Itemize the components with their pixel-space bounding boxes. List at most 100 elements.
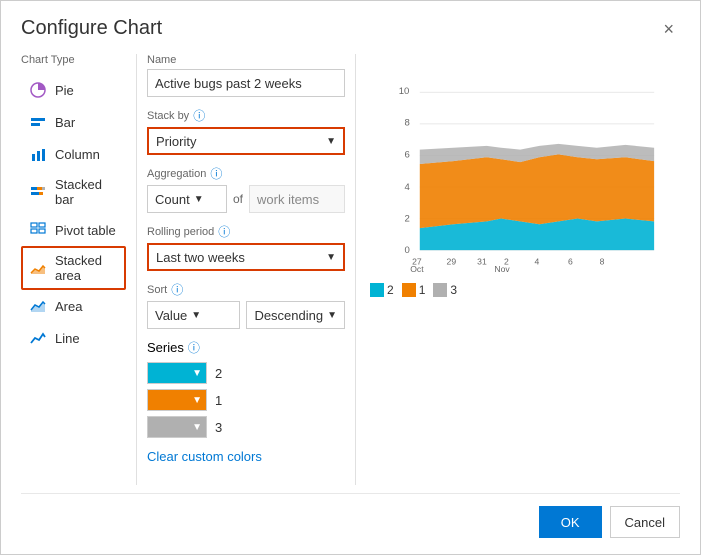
close-button[interactable]: × <box>657 18 680 40</box>
svg-text:10: 10 <box>399 86 410 97</box>
series-color-swatch-1[interactable]: ▼ <box>147 362 207 384</box>
series-swatch-1-chevron-icon: ▼ <box>192 368 202 379</box>
sidebar-item-stacked-bar-label: Stacked bar <box>55 177 118 207</box>
rolling-period-label: Rolling period ⓘ <box>147 223 345 240</box>
sort-row: Value ▼ Descending ▼ <box>147 301 345 329</box>
svg-text:6: 6 <box>568 256 573 266</box>
svg-text:Oct: Oct <box>410 264 424 274</box>
series-item-1: ▼ 2 <box>147 362 345 384</box>
sidebar-item-pie[interactable]: Pie <box>21 74 126 106</box>
bar-icon <box>29 113 47 131</box>
chart-type-label: Chart Type <box>21 54 126 66</box>
legend-swatch-2 <box>370 283 384 297</box>
area-icon <box>29 297 47 315</box>
sidebar-item-area[interactable]: Area <box>21 290 126 322</box>
svg-text:4: 4 <box>404 182 410 193</box>
dialog-header: Configure Chart × <box>21 17 680 40</box>
sidebar-item-stacked-area[interactable]: Stacked area <box>21 246 126 290</box>
svg-text:6: 6 <box>404 149 409 160</box>
aggregation-select[interactable]: Count ▼ <box>147 185 227 213</box>
dialog-footer: OK Cancel <box>21 493 680 538</box>
aggregation-value: Count <box>155 192 190 207</box>
stack-by-select[interactable]: Priority ▼ <box>147 127 345 155</box>
sort-value-select[interactable]: Value ▼ <box>147 301 240 329</box>
clear-custom-colors-link[interactable]: Clear custom colors <box>147 449 262 464</box>
stack-by-info-icon[interactable]: ⓘ <box>193 107 205 124</box>
legend-swatch-3 <box>433 283 447 297</box>
rolling-period-info-icon[interactable]: ⓘ <box>218 223 230 240</box>
svg-text:Nov: Nov <box>494 264 510 274</box>
chart-area: 0 2 4 6 8 10 <box>370 54 680 485</box>
stacked-bar-icon <box>29 183 47 201</box>
column-icon <box>29 145 47 163</box>
series-swatch-2-chevron-icon: ▼ <box>192 395 202 406</box>
legend-item-1: 1 <box>402 283 426 297</box>
aggregation-chevron-icon: ▼ <box>194 194 204 205</box>
sort-value-chevron-icon: ▼ <box>191 310 201 321</box>
sidebar-item-area-label: Area <box>55 299 82 314</box>
sidebar-item-pie-label: Pie <box>55 83 74 98</box>
sort-value: Value <box>155 308 187 323</box>
sidebar-item-line[interactable]: Line <box>21 322 126 354</box>
dialog-body: Chart Type Pie <box>21 54 680 485</box>
series-item-3: ▼ 3 <box>147 416 345 438</box>
legend-label-3: 3 <box>450 283 457 297</box>
series-label: Series <box>147 340 184 355</box>
svg-text:2: 2 <box>404 213 409 224</box>
series-num-2: 1 <box>215 393 222 408</box>
line-icon <box>29 329 47 347</box>
pie-icon <box>29 81 47 99</box>
stacked-area-icon <box>29 259 47 277</box>
sort-info-icon[interactable]: ⓘ <box>171 281 183 298</box>
series-num-3: 3 <box>215 420 222 435</box>
sidebar-item-stacked-bar[interactable]: Stacked bar <box>21 170 126 214</box>
legend-swatch-1 <box>402 283 416 297</box>
sort-order-select[interactable]: Descending ▼ <box>246 301 345 329</box>
config-panel: Name Stack by ⓘ Priority ▼ Aggregation ⓘ… <box>136 54 356 485</box>
sidebar-item-line-label: Line <box>55 331 80 346</box>
series-num-1: 2 <box>215 366 222 381</box>
series-swatch-3-chevron-icon: ▼ <box>192 422 202 433</box>
name-label: Name <box>147 54 345 66</box>
series-info-icon[interactable]: ⓘ <box>188 339 200 356</box>
legend-label-2: 2 <box>387 283 394 297</box>
sort-order-chevron-icon: ▼ <box>327 310 337 321</box>
rolling-period-select[interactable]: Last two weeks ▼ <box>147 243 345 271</box>
svg-text:8: 8 <box>600 256 605 266</box>
sidebar-item-column[interactable]: Column <box>21 138 126 170</box>
series-color-swatch-3[interactable]: ▼ <box>147 416 207 438</box>
series-color-swatch-2[interactable]: ▼ <box>147 389 207 411</box>
pivot-icon <box>29 221 47 239</box>
chart-legend: 2 1 3 <box>370 283 680 297</box>
legend-label-1: 1 <box>419 283 426 297</box>
aggregation-info-icon[interactable]: ⓘ <box>210 165 222 182</box>
chart-svg: 0 2 4 6 8 10 <box>370 54 680 274</box>
svg-text:0: 0 <box>404 245 409 256</box>
sidebar-item-column-label: Column <box>55 147 100 162</box>
chart-type-sidebar: Chart Type Pie <box>21 54 136 485</box>
sidebar-item-pivot-table[interactable]: Pivot table <box>21 214 126 246</box>
stack-by-chevron-icon: ▼ <box>326 136 336 147</box>
rolling-period-chevron-icon: ▼ <box>326 252 336 263</box>
sort-label: Sort ⓘ <box>147 281 345 298</box>
sidebar-item-bar[interactable]: Bar <box>21 106 126 138</box>
sidebar-item-pivot-table-label: Pivot table <box>55 223 116 238</box>
sidebar-item-stacked-area-label: Stacked area <box>55 253 118 283</box>
chart-panel: 0 2 4 6 8 10 <box>356 54 680 485</box>
legend-item-2: 2 <box>370 283 394 297</box>
dialog-title: Configure Chart <box>21 17 162 40</box>
series-item-2: ▼ 1 <box>147 389 345 411</box>
ok-button[interactable]: OK <box>539 506 602 538</box>
svg-text:29: 29 <box>447 256 457 266</box>
cancel-button[interactable]: Cancel <box>610 506 680 538</box>
sort-order-value: Descending <box>254 308 323 323</box>
sidebar-item-bar-label: Bar <box>55 115 75 130</box>
series-section: Series ⓘ ▼ 2 ▼ 1 ▼ <box>147 339 345 464</box>
aggregation-row: Count ▼ of work items <box>147 185 345 213</box>
name-input[interactable] <box>147 69 345 97</box>
svg-text:8: 8 <box>404 118 409 129</box>
of-text: of <box>233 192 243 206</box>
legend-item-3: 3 <box>433 283 457 297</box>
svg-text:4: 4 <box>535 256 540 266</box>
configure-chart-dialog: Configure Chart × Chart Type Pie <box>0 0 701 555</box>
